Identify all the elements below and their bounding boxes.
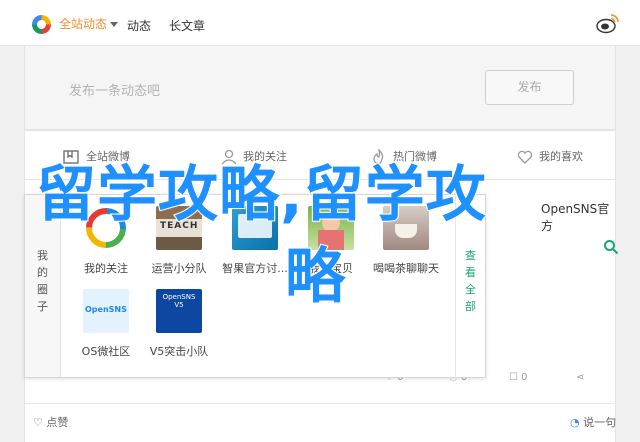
comment-button[interactable]: ◔ 说一句 bbox=[570, 414, 616, 430]
comment-bubble-icon: ◔ bbox=[570, 416, 584, 429]
watermark-text: 留学攻略,留学攻 bbox=[35, 159, 487, 231]
heart-outline-icon: ♡ bbox=[33, 416, 47, 429]
feed-source-name[interactable]: OpenSNS官方 bbox=[541, 200, 615, 234]
tab-long-article[interactable]: 长文章 bbox=[169, 17, 205, 34]
my-circles-label: 我的圈子 bbox=[37, 249, 48, 313]
compose-input[interactable]: 发布一条动态吧 bbox=[69, 80, 160, 99]
circle-name: 智果官方讨... bbox=[222, 262, 288, 275]
top-bar: 全站动态 动态 长文章 bbox=[0, 0, 640, 48]
filter-liked[interactable]: 我的喜欢 bbox=[516, 148, 583, 165]
circle-name: 我的关注 bbox=[84, 262, 128, 275]
circle-name: OS微社区 bbox=[81, 345, 131, 358]
circle-item[interactable]: OpenSNS OS微社区 bbox=[68, 289, 144, 359]
view-all-label: 查看全部 bbox=[465, 249, 476, 313]
like-button[interactable]: ♡ 点赞 bbox=[33, 414, 68, 430]
scope-dropdown[interactable]: 全站动态 bbox=[59, 15, 119, 32]
share-icon[interactable]: ⋖ bbox=[576, 372, 584, 383]
feed-bottom-bar: ♡ 点赞 ◔ 说一句 bbox=[25, 403, 617, 441]
edit-action[interactable]: ☐ 0 bbox=[509, 372, 528, 383]
watermark-text: 略 bbox=[284, 241, 346, 313]
compose-box[interactable]: 发布一条动态吧 发布 bbox=[24, 46, 616, 130]
circle-thumbnail: OpenSNS V5 bbox=[156, 289, 202, 333]
heart-icon bbox=[517, 150, 533, 164]
circle-name: 喝喝茶聊聊天 bbox=[373, 262, 439, 275]
circle-name: 运营小分队 bbox=[151, 262, 207, 275]
tab-feed[interactable]: 动态 bbox=[127, 17, 152, 48]
weibo-icon[interactable] bbox=[596, 12, 620, 34]
scope-label: 全站动态 bbox=[59, 17, 108, 31]
circle-name: V5突击小队 bbox=[149, 345, 209, 358]
circle-thumbnail: OpenSNS bbox=[83, 289, 129, 333]
publish-button[interactable]: 发布 bbox=[485, 70, 574, 105]
search-icon[interactable] bbox=[603, 239, 619, 255]
site-logo-icon[interactable] bbox=[32, 15, 51, 34]
chevron-down-icon bbox=[110, 22, 119, 27]
circle-item[interactable]: OpenSNS V5 V5突击小队 bbox=[141, 289, 217, 359]
edit-icon: ☐ bbox=[509, 372, 522, 383]
